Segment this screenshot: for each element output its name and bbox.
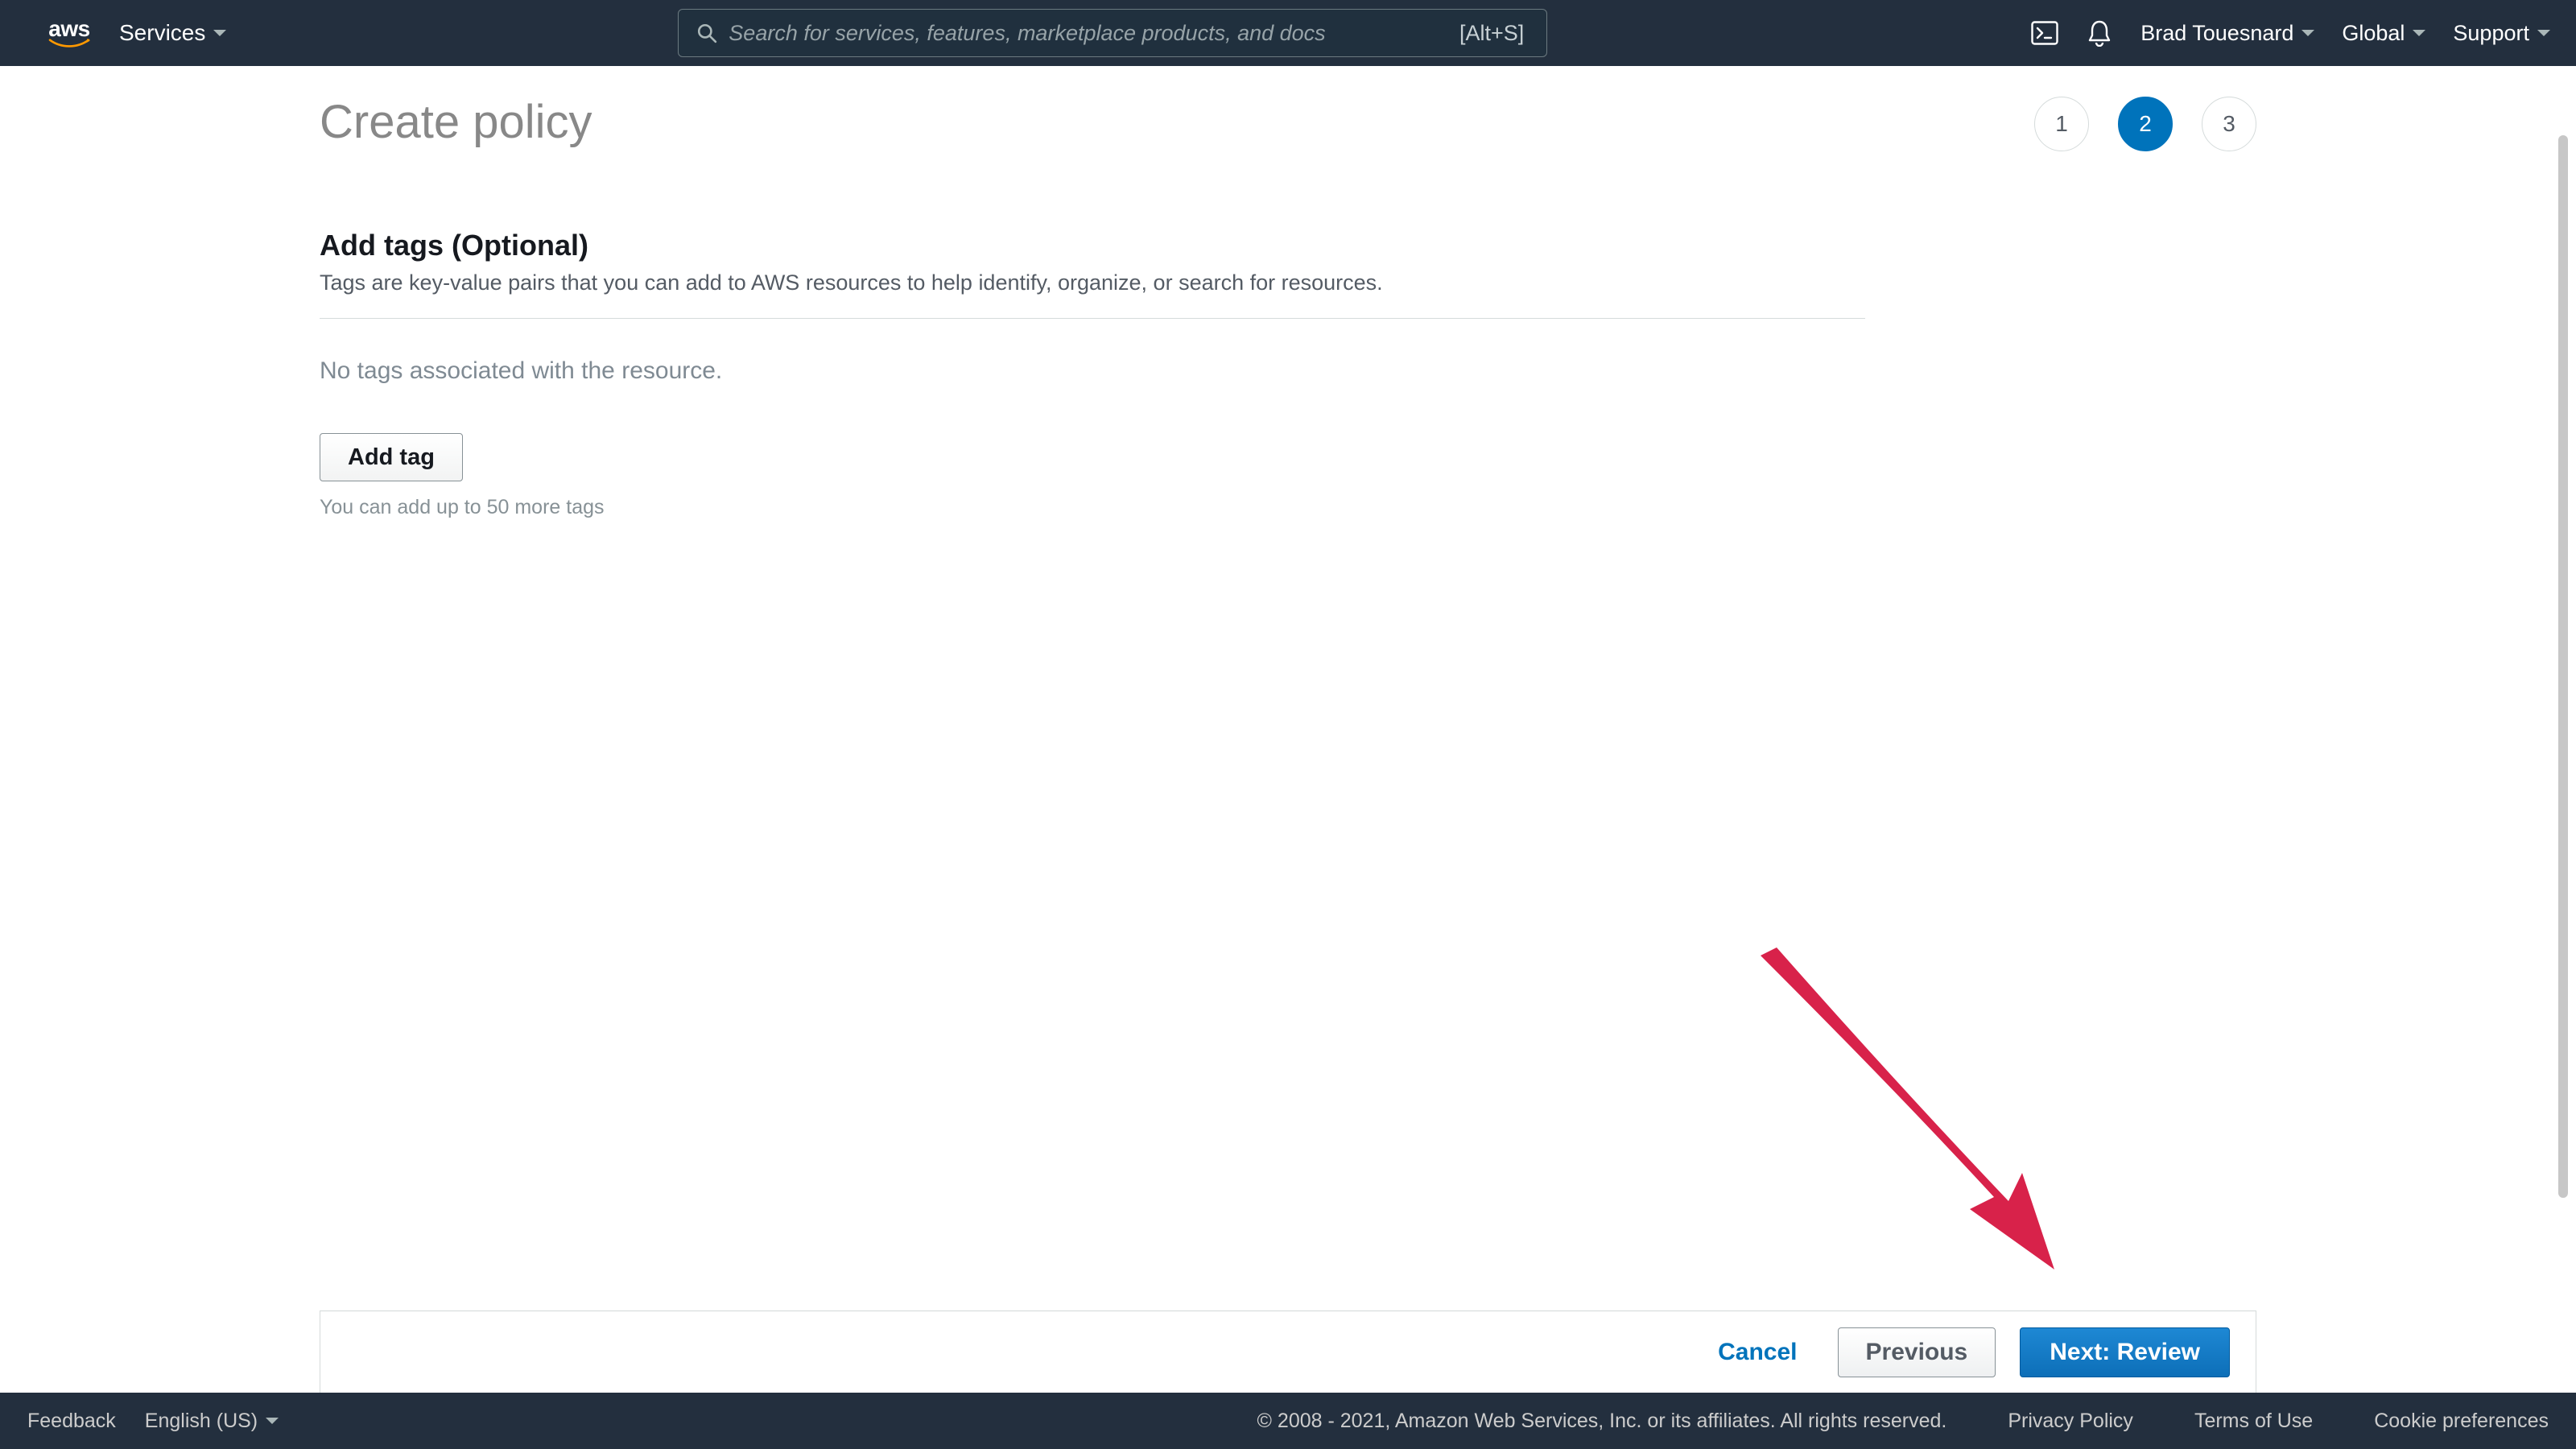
add-tag-button[interactable]: Add tag: [320, 433, 463, 481]
terms-link[interactable]: Terms of Use: [2194, 1410, 2313, 1433]
account-name: Brad Touesnard: [2140, 21, 2293, 46]
chevron-down-icon: [266, 1418, 279, 1424]
tag-limit-hint: You can add up to 50 more tags: [320, 496, 1865, 519]
section-description: Tags are key-value pairs that you can ad…: [320, 270, 1865, 295]
support-label: Support: [2453, 21, 2529, 46]
aws-logo[interactable]: aws: [48, 18, 90, 48]
search-input[interactable]: [729, 21, 1459, 46]
step-1[interactable]: 1: [2034, 97, 2089, 151]
aws-logo-text: aws: [48, 18, 89, 40]
language-label: English (US): [145, 1410, 258, 1433]
tags-section: Add tags (Optional) Tags are key-value p…: [320, 229, 1865, 519]
nav-right: Brad Touesnard Global Support: [2031, 19, 2550, 47]
section-title: Add tags (Optional): [320, 229, 1865, 262]
page-title: Create policy: [320, 95, 592, 149]
topnav: aws Services [Alt+S]: [0, 0, 2576, 66]
copyright-text: © 2008 - 2021, Amazon Web Services, Inc.…: [1257, 1410, 1947, 1433]
previous-button[interactable]: Previous: [1838, 1327, 1996, 1377]
next-review-button[interactable]: Next: Review: [2020, 1327, 2230, 1377]
step-2[interactable]: 2: [2118, 97, 2173, 151]
cookie-prefs-link[interactable]: Cookie preferences: [2374, 1410, 2549, 1433]
tags-empty-state: No tags associated with the resource.: [320, 357, 1865, 385]
feedback-link[interactable]: Feedback: [27, 1410, 116, 1433]
region-menu[interactable]: Global: [2342, 21, 2425, 46]
privacy-link[interactable]: Privacy Policy: [2008, 1410, 2133, 1433]
wizard-page: Create policy 1 2 3 Add tags (Optional) …: [320, 66, 2256, 1393]
services-menu[interactable]: Services: [119, 20, 226, 46]
chevron-down-icon: [213, 30, 226, 36]
main-viewport: Create policy 1 2 3 Add tags (Optional) …: [0, 66, 2576, 1393]
chevron-down-icon: [2301, 30, 2314, 36]
aws-smile-icon: [48, 39, 90, 48]
account-menu[interactable]: Brad Touesnard: [2140, 21, 2314, 46]
page-header: Create policy 1 2 3: [320, 95, 2256, 151]
cloudshell-button[interactable]: [2031, 19, 2058, 47]
statusbar: Feedback English (US) © 2008 - 2021, Ama…: [0, 1393, 2576, 1449]
cloudshell-icon: [2031, 21, 2058, 45]
services-label: Services: [119, 20, 205, 46]
step-3[interactable]: 3: [2202, 97, 2256, 151]
search-icon: [696, 23, 717, 43]
scrollbar-thumb[interactable]: [2558, 135, 2568, 1198]
region-label: Global: [2342, 21, 2405, 46]
notifications-button[interactable]: [2086, 19, 2113, 47]
annotation-arrow-icon: [1728, 931, 2099, 1302]
scrollbar[interactable]: [2553, 135, 2573, 1393]
cancel-button[interactable]: Cancel: [1702, 1339, 1813, 1366]
step-indicator: 1 2 3: [2034, 95, 2256, 151]
global-search[interactable]: [Alt+S]: [678, 9, 1547, 57]
bell-icon: [2087, 19, 2112, 47]
chevron-down-icon: [2537, 30, 2550, 36]
chevron-down-icon: [2413, 30, 2425, 36]
wizard-footer: Cancel Previous Next: Review: [320, 1311, 2256, 1393]
support-menu[interactable]: Support: [2453, 21, 2550, 46]
search-shortcut-hint: [Alt+S]: [1459, 21, 1524, 46]
divider: [320, 318, 1865, 319]
language-menu[interactable]: English (US): [145, 1410, 279, 1433]
